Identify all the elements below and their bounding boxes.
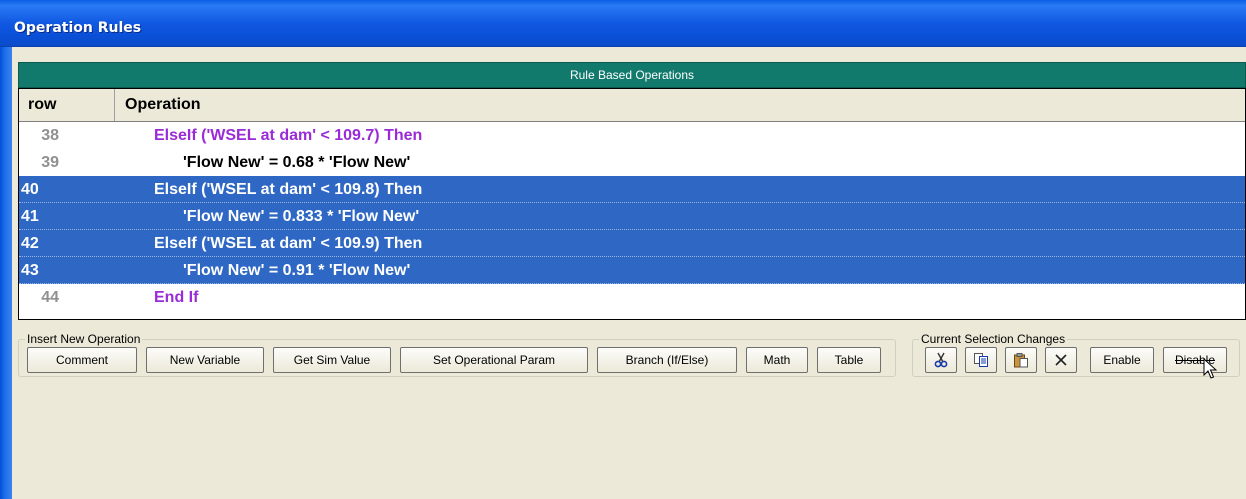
window-title: Operation Rules (14, 20, 142, 36)
math-button[interactable]: Math (746, 347, 808, 373)
table-row[interactable]: 43 'Flow New' = 0.91 * 'Flow New' (19, 257, 1245, 284)
current-selection-changes-group: Current Selection Changes Enable Disable (912, 332, 1240, 377)
row-number: 41 (21, 208, 39, 225)
row-number: 42 (21, 235, 39, 252)
disable-button[interactable]: Disable (1163, 347, 1227, 373)
operation-text: End If (154, 289, 199, 306)
rule-based-operations-header: Rule Based Operations (18, 62, 1246, 88)
row-number: 40 (21, 181, 39, 198)
operation-text: 'Flow New' = 0.68 * 'Flow New' (183, 154, 411, 171)
table-row[interactable]: 41 'Flow New' = 0.833 * 'Flow New' (19, 203, 1245, 230)
operation-rules-window: Operation Rules Rule Based Operations ro… (0, 0, 1246, 499)
copy-icon (974, 353, 988, 367)
paste-button[interactable] (1005, 347, 1037, 373)
column-header-operation[interactable]: Operation (115, 89, 1245, 121)
table-row[interactable]: 38 ElseIf ('WSEL at dam' < 109.7) Then (19, 122, 1245, 149)
operation-text: 'Flow New' = 0.833 * 'Flow New' (183, 208, 420, 225)
operation-text: ElseIf ('WSEL at dam' < 109.9) Then (154, 235, 423, 252)
table-header: row Operation (19, 89, 1245, 122)
table-row[interactable]: 44 End If (19, 284, 1245, 311)
row-number: 43 (21, 262, 39, 279)
operation-text: 'Flow New' = 0.91 * 'Flow New' (183, 262, 411, 279)
insert-group-label: Insert New Operation (25, 332, 143, 346)
operation-text: ElseIf ('WSEL at dam' < 109.8) Then (154, 181, 423, 198)
set-operational-param-button[interactable]: Set Operational Param (400, 347, 588, 373)
insert-new-operation-group: Insert New Operation Comment New Variabl… (18, 332, 896, 377)
cut-button[interactable] (925, 347, 957, 373)
copy-button[interactable] (965, 347, 997, 373)
new-variable-button[interactable]: New Variable (146, 347, 264, 373)
window-client-area: Rule Based Operations row Operation 38 E… (12, 47, 1246, 499)
operations-table[interactable]: row Operation 38 ElseIf ('WSEL at dam' <… (18, 88, 1246, 320)
selection-group-label: Current Selection Changes (919, 332, 1068, 346)
title-bar[interactable]: Operation Rules (0, 0, 1246, 47)
column-header-row[interactable]: row (19, 89, 115, 121)
row-number: 38 (41, 127, 59, 144)
comment-button[interactable]: Comment (27, 347, 137, 373)
table-row[interactable]: 42 ElseIf ('WSEL at dam' < 109.9) Then (19, 230, 1245, 257)
table-button[interactable]: Table (817, 347, 881, 373)
mouse-cursor-icon (1203, 358, 1217, 379)
branch-if-else-button[interactable]: Branch (If/Else) (597, 347, 737, 373)
cut-icon (934, 352, 948, 368)
operation-text: ElseIf ('WSEL at dam' < 109.7) Then (154, 127, 423, 144)
row-number: 44 (41, 289, 59, 306)
enable-button[interactable]: Enable (1090, 347, 1154, 373)
table-row[interactable]: 40 ElseIf ('WSEL at dam' < 109.8) Then (19, 176, 1245, 203)
get-sim-value-button[interactable]: Get Sim Value (273, 347, 391, 373)
delete-icon (1055, 354, 1067, 366)
row-number: 39 (41, 154, 59, 171)
table-row[interactable]: 39 'Flow New' = 0.68 * 'Flow New' (19, 149, 1245, 176)
paste-icon (1014, 353, 1028, 368)
delete-button[interactable] (1045, 347, 1077, 373)
